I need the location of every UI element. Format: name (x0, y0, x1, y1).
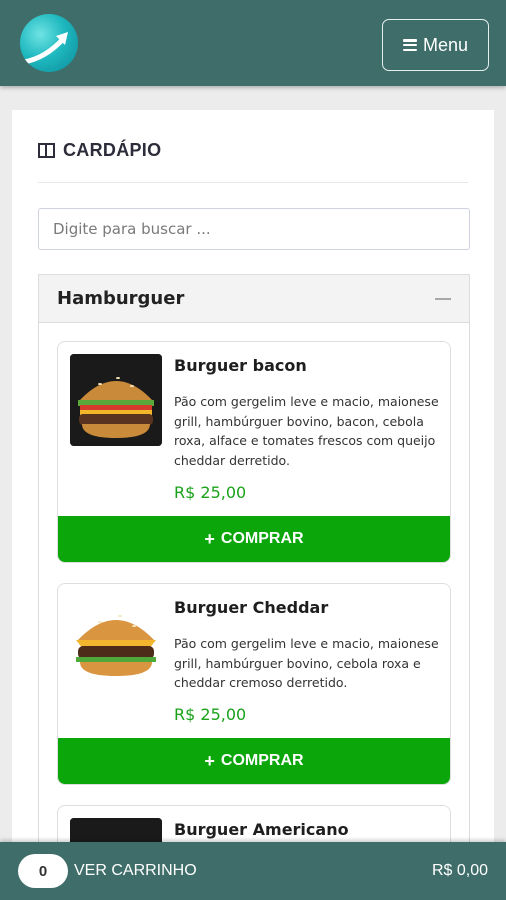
menu-icon (402, 39, 417, 51)
product-name: Burguer bacon (174, 356, 307, 375)
top-bar: Menu (0, 0, 506, 86)
cart-count-badge: 0 (18, 854, 68, 888)
product-description: Pão com gergelim leve e macio, maionese … (174, 394, 439, 468)
category-header[interactable]: Hamburguer (39, 275, 469, 323)
product-card: Burguer Cheddar Pão com gergelim leve e … (57, 583, 451, 785)
divider (38, 182, 468, 183)
menu-panel: CARDÁPIO Hamburguer (12, 110, 494, 900)
page-title-text: CARDÁPIO (63, 140, 162, 160)
cart-bar[interactable]: 0 VER CARRINHO R$ 0,00 (0, 842, 506, 900)
book-icon (38, 143, 55, 158)
category-name: Hamburguer (57, 288, 185, 309)
buy-label: COMPRAR (220, 752, 304, 769)
menu-label: Menu (422, 34, 469, 55)
product-price: R$ 25,00 (174, 483, 247, 502)
product-price: R$ 25,00 (174, 705, 247, 724)
minus-icon[interactable] (435, 297, 451, 300)
logo-icon[interactable] (20, 14, 78, 72)
product-card: Burguer bacon Pão com gergelim leve e ma… (57, 341, 451, 563)
plus-icon: + (204, 529, 215, 549)
search-input[interactable] (38, 208, 470, 250)
category-section: Hamburguer Burguer bacon Pão com gergeli… (38, 274, 470, 900)
page-title: CARDÁPIO (38, 140, 161, 161)
product-image (70, 596, 162, 688)
product-description: Pão com gergelim leve e macio, maionese … (174, 636, 439, 690)
product-name: Burguer Americano (174, 820, 349, 839)
product-image (70, 354, 162, 446)
cart-total: R$ 0,00 (431, 862, 488, 879)
buy-button[interactable]: + COMPRAR (58, 738, 450, 784)
menu-button[interactable]: Menu (382, 19, 489, 71)
buy-button[interactable]: + COMPRAR (58, 516, 450, 562)
view-cart-link[interactable]: VER CARRINHO (74, 862, 197, 880)
plus-icon: + (204, 751, 215, 771)
product-name: Burguer Cheddar (174, 598, 329, 617)
buy-label: COMPRAR (220, 530, 304, 547)
